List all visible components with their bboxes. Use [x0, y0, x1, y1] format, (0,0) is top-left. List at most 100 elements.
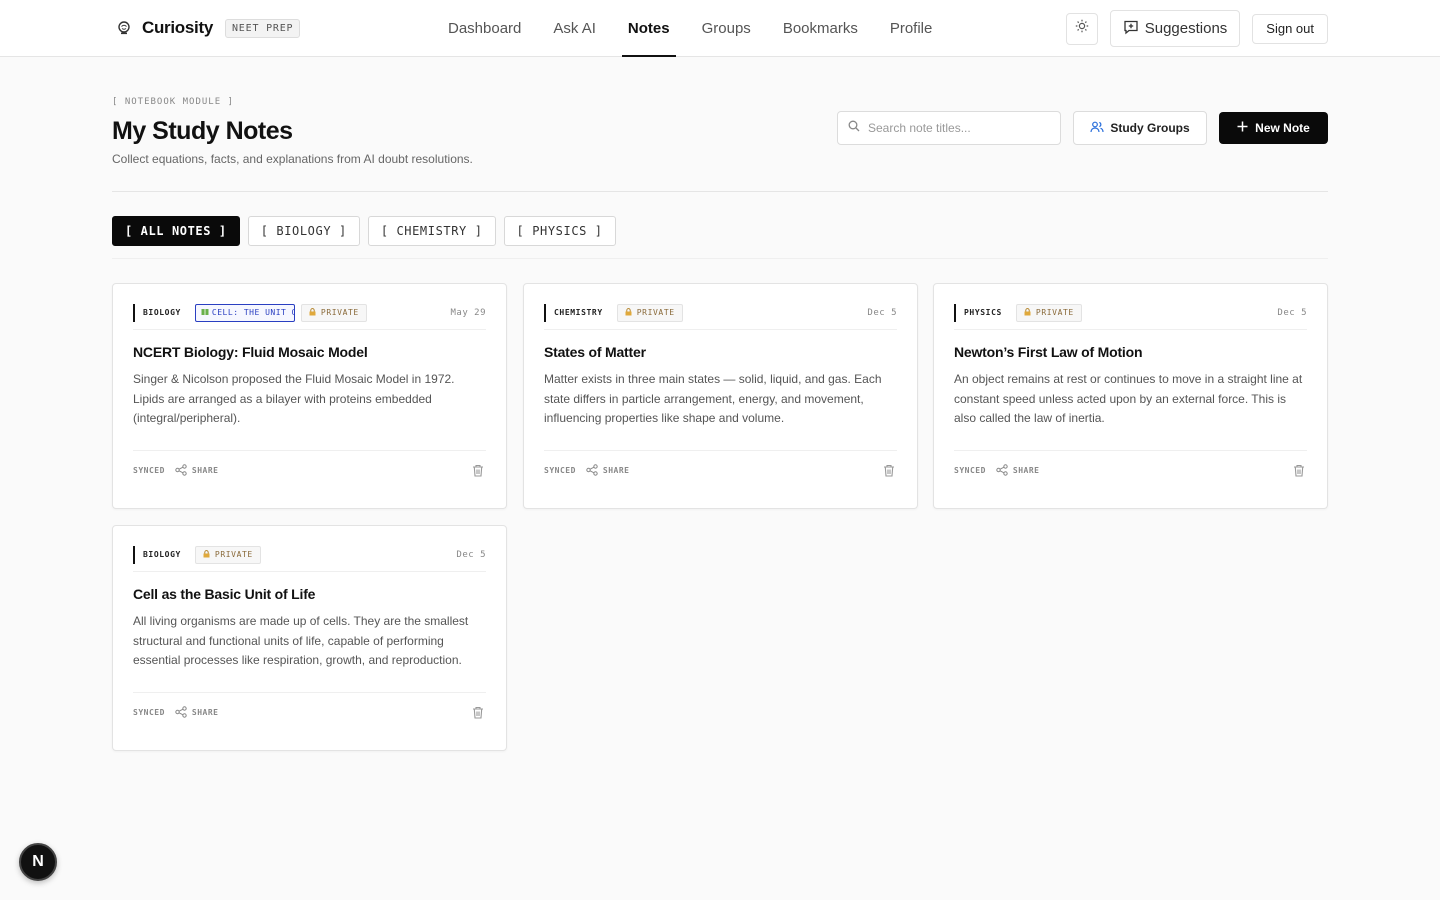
brain-logo-icon: [116, 20, 132, 36]
trash-icon[interactable]: [881, 463, 897, 479]
share-label: SHARE: [191, 466, 219, 475]
suggestions-label: Suggestions: [1144, 20, 1228, 37]
topic-tag[interactable]: CELL: THE UNIT O: [194, 303, 295, 322]
top-bar: Curiosity NEET PREP Dashboard Ask AI Not…: [0, 0, 1440, 57]
note-card-meta: BIOLOGY PRIVATE Dec 5: [133, 545, 486, 572]
nav-profile[interactable]: Profile: [874, 0, 949, 57]
trash-icon[interactable]: [470, 705, 486, 721]
brand-badge: NEET PREP: [224, 18, 301, 38]
privacy-tag: PRIVATE: [616, 303, 683, 322]
subject-tag: BIOLOGY: [133, 545, 189, 564]
privacy-label: PRIVATE: [636, 308, 675, 317]
note-card-footer: SYNCED SHARE: [544, 450, 897, 490]
share-button[interactable]: SHARE: [996, 463, 1040, 478]
lock-icon: [203, 549, 210, 560]
main-nav: Dashboard Ask AI Notes Groups Bookmarks …: [432, 0, 948, 57]
page-title: My Study Notes: [112, 117, 293, 145]
filter-biology[interactable]: [ BIOLOGY ]: [247, 216, 360, 246]
subject-filters: [ ALL NOTES ] [ BIOLOGY ] [ CHEMISTRY ] …: [112, 216, 616, 246]
note-card[interactable]: BIOLOGY PRIVATE Dec 5 Cell as the Basic …: [112, 525, 507, 751]
share-label: SHARE: [602, 466, 630, 475]
note-date: Dec 5: [456, 549, 486, 560]
nav-dashboard[interactable]: Dashboard: [432, 0, 537, 57]
filters-divider: [112, 258, 1328, 259]
sun-icon: [1075, 19, 1089, 38]
study-groups-label: Study Groups: [1110, 121, 1190, 135]
lock-icon: [1024, 307, 1031, 318]
search-icon: [848, 119, 860, 137]
sync-status: SYNCED: [544, 466, 576, 475]
filter-all-notes[interactable]: [ ALL NOTES ]: [112, 216, 240, 246]
plus-icon: [1237, 121, 1248, 135]
share-icon: [175, 705, 187, 720]
page-subtitle: Collect equations, facts, and explanatio…: [112, 152, 473, 166]
filter-physics[interactable]: [ PHYSICS ]: [503, 216, 616, 246]
share-button[interactable]: SHARE: [175, 705, 219, 720]
share-icon: [586, 463, 598, 478]
brand[interactable]: Curiosity NEET PREP: [116, 18, 301, 38]
note-body: An object remains at rest or continues t…: [954, 372, 1303, 425]
topic-tag-label: CELL: THE UNIT O: [211, 308, 295, 317]
sync-status: SYNCED: [133, 466, 165, 475]
search-input[interactable]: [868, 121, 1048, 135]
suggestions-button[interactable]: Suggestions: [1109, 10, 1241, 47]
privacy-label: PRIVATE: [320, 308, 359, 317]
privacy-tag: PRIVATE: [194, 545, 261, 564]
nav-ask-ai[interactable]: Ask AI: [537, 0, 612, 57]
note-date: Dec 5: [1277, 307, 1307, 318]
note-card[interactable]: PHYSICS PRIVATE Dec 5 Newton’s First Law…: [933, 283, 1328, 509]
theme-toggle-button[interactable]: [1065, 12, 1098, 45]
note-card-meta: BIOLOGY CELL: THE UNIT O PRIVATE May 29: [133, 303, 486, 330]
note-body: Matter exists in three main states — sol…: [544, 372, 882, 425]
note-card-footer: SYNCED SHARE: [133, 450, 486, 490]
sync-status: SYNCED: [133, 708, 165, 717]
dev-tools-badge[interactable]: N: [19, 843, 57, 881]
users-icon: [1090, 120, 1104, 137]
note-body: All living organisms are made up of cell…: [133, 614, 469, 667]
note-card-meta: CHEMISTRY PRIVATE Dec 5: [544, 303, 897, 330]
privacy-label: PRIVATE: [214, 550, 253, 559]
note-title: NCERT Biology: Fluid Mosaic Model: [133, 344, 368, 360]
share-icon: [996, 463, 1008, 478]
subject-tag: CHEMISTRY: [544, 303, 611, 322]
note-body: Singer & Nicolson proposed the Fluid Mos…: [133, 372, 455, 425]
share-button[interactable]: SHARE: [586, 463, 630, 478]
note-card[interactable]: BIOLOGY CELL: THE UNIT O PRIVATE May 29 …: [112, 283, 507, 509]
note-card[interactable]: CHEMISTRY PRIVATE Dec 5 States of Matter…: [523, 283, 918, 509]
nav-bookmarks[interactable]: Bookmarks: [767, 0, 874, 57]
new-note-button[interactable]: New Note: [1219, 112, 1328, 144]
note-title: States of Matter: [544, 344, 646, 360]
subject-tag: PHYSICS: [954, 303, 1010, 322]
note-card-footer: SYNCED SHARE: [133, 692, 486, 732]
message-plus-icon: [1123, 19, 1139, 39]
note-title: Newton’s First Law of Motion: [954, 344, 1143, 360]
share-button[interactable]: SHARE: [175, 463, 219, 478]
trash-icon[interactable]: [470, 463, 486, 479]
nav-groups[interactable]: Groups: [686, 0, 767, 57]
sign-out-button[interactable]: Sign out: [1252, 13, 1328, 44]
share-label: SHARE: [191, 708, 219, 717]
header-divider: [112, 191, 1328, 192]
trash-icon[interactable]: [1291, 463, 1307, 479]
new-note-label: New Note: [1255, 121, 1310, 135]
note-date: May 29: [450, 307, 486, 318]
sync-status: SYNCED: [954, 466, 986, 475]
header-actions: Suggestions Sign out: [1065, 10, 1328, 47]
privacy-label: PRIVATE: [1035, 308, 1074, 317]
nav-notes[interactable]: Notes: [612, 0, 686, 57]
share-icon: [175, 463, 187, 478]
note-date: Dec 5: [867, 307, 897, 318]
search-box: [837, 111, 1061, 145]
brand-name: Curiosity: [142, 18, 213, 37]
share-label: SHARE: [1012, 466, 1040, 475]
note-title: Cell as the Basic Unit of Life: [133, 586, 316, 602]
lock-icon: [625, 307, 632, 318]
filter-chemistry[interactable]: [ CHEMISTRY ]: [367, 216, 496, 246]
module-label: [ NOTEBOOK MODULE ]: [112, 97, 234, 107]
note-card-footer: SYNCED SHARE: [954, 450, 1307, 490]
lock-icon: [309, 307, 316, 318]
book-icon: [201, 308, 209, 318]
privacy-tag: PRIVATE: [1015, 303, 1082, 322]
note-card-meta: PHYSICS PRIVATE Dec 5: [954, 303, 1307, 330]
study-groups-button[interactable]: Study Groups: [1073, 111, 1207, 145]
